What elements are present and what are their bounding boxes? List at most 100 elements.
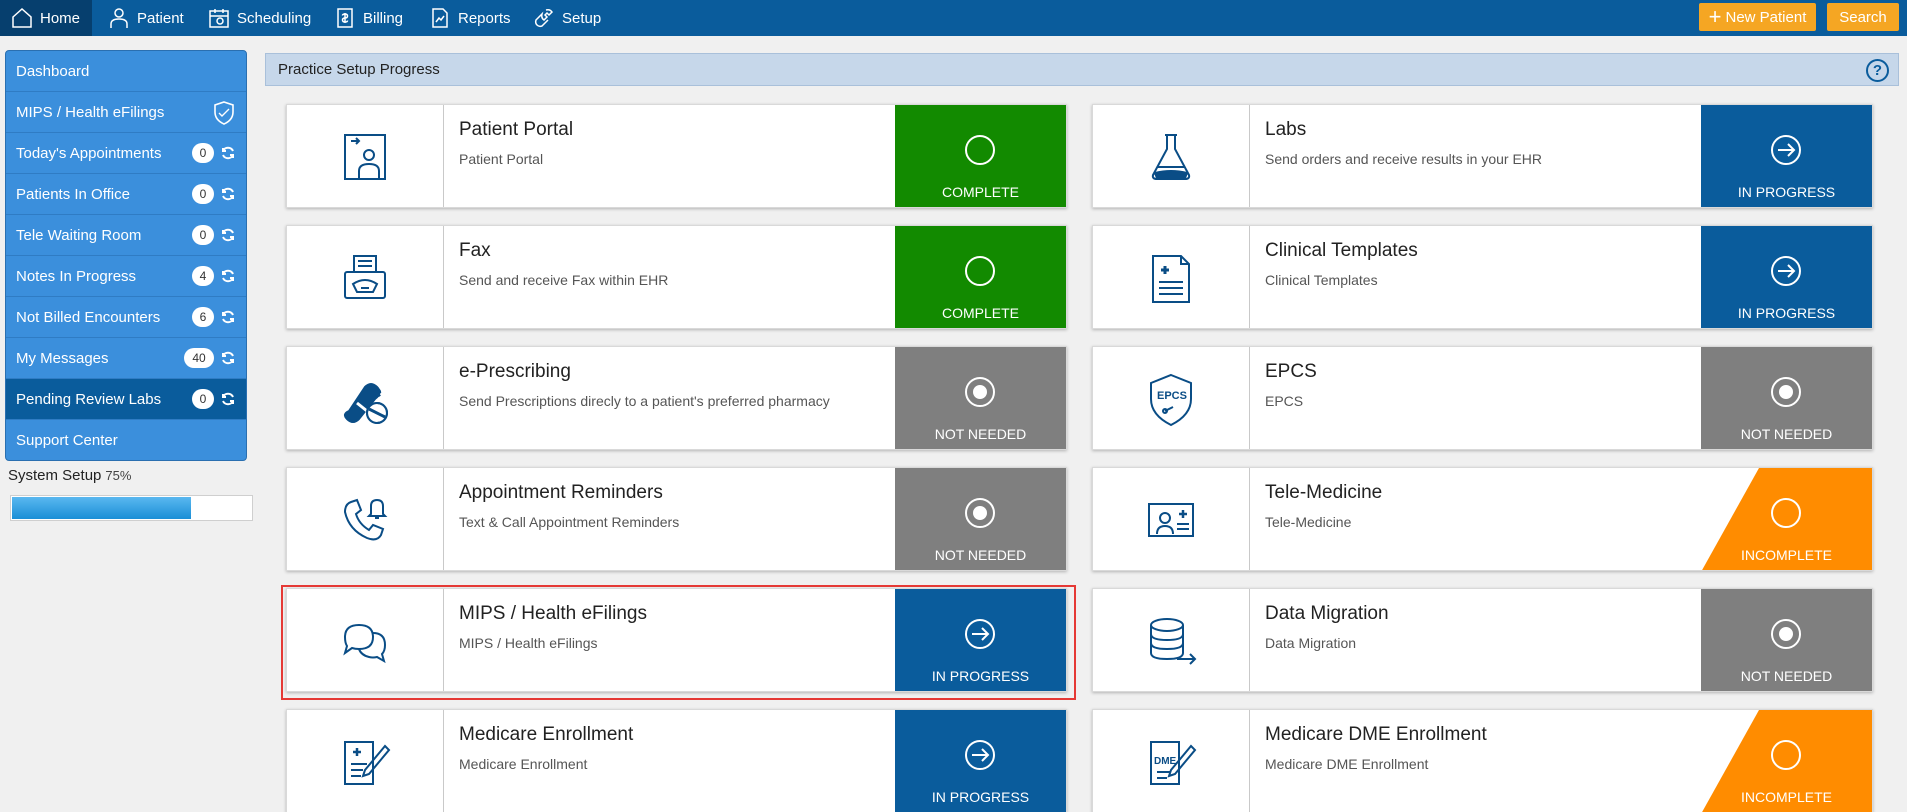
setup-card-fax[interactable]: Fax Send and receive Fax within EHR COMPLE… <box>286 225 1067 329</box>
card-description: MIPS / Health eFilings <box>459 635 598 651</box>
chat-bubbles-icon <box>343 623 387 664</box>
sidebar-item-my-messages[interactable]: My Messages 40 <box>6 338 246 379</box>
top-nav-bar: Home Patient Scheduling Billing Reports … <box>0 0 1907 36</box>
sidebar-item-label: Not Billed Encounters <box>16 308 161 326</box>
sidebar-item-label: My Messages <box>16 349 109 367</box>
status-label: NOT NEEDED <box>934 547 1027 563</box>
status-badge[interactable]: NOT NEEDED <box>1701 347 1872 449</box>
radio-dot-icon <box>1769 617 1803 651</box>
setup-card-medicare-dme-enrollment[interactable]: DME Medicare DME Enrollment Medicare DME E… <box>1092 709 1873 812</box>
system-setup-title: System Setup <box>8 467 102 484</box>
status-badge[interactable]: IN PROGRESS <box>895 589 1066 691</box>
setup-card-mips-health-efilings[interactable]: MIPS / Health eFilings MIPS / Health eFil… <box>286 588 1067 692</box>
card-title: Fax <box>459 240 491 261</box>
status-label: COMPLETE <box>941 184 1019 200</box>
pills-icon: e <box>343 383 388 424</box>
sidebar-item-label: Notes In Progress <box>16 267 137 285</box>
status-badge[interactable]: NOT NEEDED <box>895 347 1066 449</box>
refresh-icon[interactable] <box>220 350 236 366</box>
sidebar-item-notes-in-progress[interactable]: Notes In Progress 4 <box>6 256 246 297</box>
status-label: NOT NEEDED <box>934 426 1027 442</box>
sidebar-item-pending-review-labs[interactable]: Pending Review Labs 0 <box>6 379 246 420</box>
sidebar-item-support-center[interactable]: Support Center <box>6 420 246 460</box>
nav-home[interactable]: Home <box>0 0 92 36</box>
status-badge[interactable]: IN PROGRESS <box>895 710 1066 812</box>
card-title: Medicare Enrollment <box>459 724 634 745</box>
setup-card-e-prescribing[interactable]: e e-Prescribing Send Prescriptions direcly… <box>286 346 1067 450</box>
search-button[interactable]: Search <box>1827 3 1899 31</box>
card-description: Clinical Templates <box>1265 272 1378 288</box>
radio-dot-icon <box>963 375 997 409</box>
count-badge: 0 <box>192 389 214 409</box>
nav-setup[interactable]: Setup <box>532 0 601 36</box>
document-icon <box>1152 255 1190 303</box>
radio-dot-icon <box>963 496 997 530</box>
help-icon[interactable]: ? <box>1866 59 1889 82</box>
setup-card-labs[interactable]: Labs Send orders and receive results in y… <box>1092 104 1873 208</box>
count-badge: 0 <box>192 225 214 245</box>
nav-reports[interactable]: Reports <box>428 0 511 36</box>
status-badge[interactable]: IN PROGRESS <box>1701 105 1872 207</box>
nav-scheduling[interactable]: Scheduling <box>207 0 311 36</box>
setup-card-appointment-reminders[interactable]: Appointment Reminders Text & Call Appoint… <box>286 467 1067 571</box>
nav-billing-label: Billing <box>363 9 404 27</box>
refresh-icon[interactable] <box>220 186 236 202</box>
system-setup-percent: 75% <box>105 468 132 483</box>
status-badge[interactable]: INCOMPLETE <box>1701 468 1872 570</box>
nav-scheduling-label: Scheduling <box>237 9 312 27</box>
refresh-icon[interactable] <box>220 145 236 161</box>
refresh-icon[interactable] <box>220 227 236 243</box>
arrow-circle-icon <box>963 738 997 772</box>
card-title: Data Migration <box>1265 603 1389 624</box>
refresh-icon[interactable] <box>220 391 236 407</box>
epcs-shield-icon: EPCS <box>1150 373 1192 427</box>
sidebar-item-mips[interactable]: MIPS / Health eFilings <box>6 92 246 133</box>
status-badge[interactable]: COMPLETE <box>895 226 1066 328</box>
setup-card-epcs[interactable]: EPCS EPCS EPCS NOT NEEDED <box>1092 346 1873 450</box>
flask-icon <box>1151 134 1191 180</box>
refresh-icon[interactable] <box>220 268 236 284</box>
status-badge[interactable]: IN PROGRESS <box>1701 226 1872 328</box>
setup-card-clinical-templates[interactable]: Clinical Templates Clinical Templates IN P… <box>1092 225 1873 329</box>
status-badge[interactable]: COMPLETE <box>895 105 1066 207</box>
empty-circle-icon <box>963 254 997 288</box>
setup-card-medicare-enrollment[interactable]: Medicare Enrollment Medicare Enrollment IN… <box>286 709 1067 812</box>
card-icon-area <box>1093 226 1250 328</box>
radio-dot-icon <box>1769 375 1803 409</box>
sidebar-item-tele-waiting-room[interactable]: Tele Waiting Room 0 <box>6 215 246 256</box>
new-patient-label: New Patient <box>1725 8 1807 26</box>
sidebar-item-patients-in-office[interactable]: Patients In Office 0 <box>6 174 246 215</box>
setup-card-patient-portal[interactable]: Patient Portal Patient Portal COMPLETE <box>286 104 1067 208</box>
refresh-icon[interactable] <box>220 309 236 325</box>
card-description: Send orders and receive results in your … <box>1265 151 1543 167</box>
new-patient-button[interactable]: + New Patient <box>1699 3 1816 31</box>
card-description: Patient Portal <box>459 151 544 167</box>
reports-icon <box>432 8 448 28</box>
form-pen-icon <box>344 741 391 785</box>
status-label: INCOMPLETE <box>1740 547 1832 563</box>
card-icon-area <box>1093 589 1250 691</box>
nav-patient[interactable]: Patient <box>107 0 184 36</box>
sidebar-item-not-billed-encounters[interactable]: Not Billed Encounters 6 <box>6 297 246 338</box>
wrench-icon <box>534 9 553 28</box>
status-label: COMPLETE <box>941 305 1019 321</box>
sidebar-item-dashboard[interactable]: Dashboard <box>6 51 246 92</box>
card-description: Medicare Enrollment <box>459 756 588 772</box>
status-badge[interactable]: NOT NEEDED <box>1701 589 1872 691</box>
dme-form-icon: DME <box>1150 741 1197 785</box>
sidebar-item-todays-appointments[interactable]: Today's Appointments 0 <box>6 133 246 174</box>
status-label: IN PROGRESS <box>931 668 1030 684</box>
card-icon-area <box>287 226 444 328</box>
status-badge[interactable]: INCOMPLETE <box>1701 710 1872 812</box>
nav-billing[interactable]: Billing <box>333 0 403 36</box>
setup-card-tele-medicine[interactable]: Tele-Medicine Tele-Medicine INCOMPLETE <box>1092 467 1873 571</box>
svg-text:EPCS: EPCS <box>1157 390 1187 402</box>
status-label: IN PROGRESS <box>1737 305 1836 321</box>
fax-icon <box>344 255 386 299</box>
panel-header: Practice Setup Progress ? <box>265 53 1899 86</box>
status-badge[interactable]: NOT NEEDED <box>895 468 1066 570</box>
phone-bell-icon <box>343 498 388 541</box>
sidebar-item-label: Dashboard <box>16 62 90 80</box>
portal-icon <box>344 134 386 180</box>
setup-card-data-migration[interactable]: Data Migration Data Migration NOT NEEDED <box>1092 588 1873 692</box>
